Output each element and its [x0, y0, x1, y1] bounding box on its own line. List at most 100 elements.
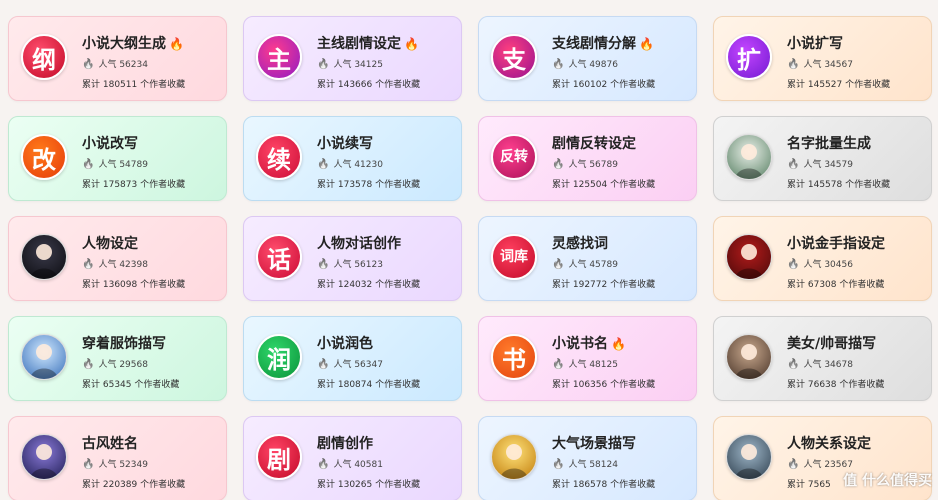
flame-icon: 🔥 — [787, 159, 800, 170]
card-title: 人物关系设定 — [787, 433, 871, 453]
popularity-value: 人气 34678 — [803, 360, 853, 370]
flame-icon: 🔥 — [787, 59, 800, 70]
popularity-value: 人气 30456 — [803, 260, 853, 270]
card-title-text: 人物对话创作 — [317, 236, 401, 252]
collect-total: 累计 160102 个作者收藏 — [552, 80, 656, 90]
ciku-icon: 词库 — [491, 234, 537, 280]
card-title: 小说改写 — [82, 133, 138, 153]
couple-avatar — [726, 334, 772, 380]
card-title: 人物设定 — [82, 233, 138, 253]
popularity: 🔥 人气 34579 — [787, 157, 853, 170]
collect-total: 累计 220389 个作者收藏 — [82, 480, 186, 490]
flame-icon: 🔥 — [787, 459, 800, 470]
popularity: 🔥 人气 23567 — [787, 457, 853, 470]
tool-card[interactable]: 名字批量生成 🔥 人气 34579 累计 145578 个作者收藏 — [713, 116, 932, 201]
card-title-text: 灵感找词 — [552, 236, 608, 252]
popularity: 🔥 人气 56347 — [317, 357, 383, 370]
tool-card[interactable]: 纲小说大纲生成 🔥 🔥 人气 56234 累计 180511 个作者收藏 — [8, 16, 227, 101]
card-title-text: 支线剧情分解 — [552, 36, 636, 52]
flame-icon: 🔥 — [317, 359, 330, 370]
card-title: 小说续写 — [317, 133, 373, 153]
popularity-value: 人气 56123 — [333, 260, 383, 270]
card-title-text: 古风姓名 — [82, 436, 138, 452]
tool-card[interactable]: 穿着服饰描写 🔥 人气 29568 累计 65345 个作者收藏 — [8, 316, 227, 401]
kuo-icon: 扩 — [726, 34, 772, 80]
collect-total: 累计 124032 个作者收藏 — [317, 280, 421, 290]
ju-icon: 剧 — [256, 434, 302, 480]
flame-icon: 🔥 — [82, 59, 95, 70]
popularity-value: 人气 41230 — [333, 160, 383, 170]
popularity-value: 人气 49876 — [568, 60, 618, 70]
popularity-value: 人气 34125 — [333, 60, 383, 70]
card-title: 人物对话创作 — [317, 233, 401, 253]
flame-icon: 🔥 — [552, 159, 565, 170]
popularity: 🔥 人气 56123 — [317, 257, 383, 270]
card-title: 古风姓名 — [82, 433, 138, 453]
zhi-icon: 支 — [491, 34, 537, 80]
popularity-value: 人气 56234 — [98, 60, 148, 70]
collect-total: 累计 106356 个作者收藏 — [552, 380, 656, 390]
card-title: 小说大纲生成 🔥 — [82, 33, 184, 53]
card-title-text: 人物关系设定 — [787, 436, 871, 452]
tool-card[interactable]: 改小说改写 🔥 人气 54789 累计 175873 个作者收藏 — [8, 116, 227, 201]
card-title-text: 名字批量生成 — [787, 136, 871, 152]
tool-card[interactable]: 古风姓名 🔥 人气 52349 累计 220389 个作者收藏 — [8, 416, 227, 500]
icon-glyph: 反转 — [500, 149, 528, 165]
card-title-text: 大气场景描写 — [552, 436, 636, 452]
popularity: 🔥 人气 49876 — [552, 57, 618, 70]
card-title-text: 小说大纲生成 — [82, 36, 166, 52]
collect-total: 累计 186578 个作者收藏 — [552, 480, 656, 490]
card-title: 剧情反转设定 — [552, 133, 636, 153]
fire-icon: 🔥 — [611, 337, 626, 351]
popularity: 🔥 人气 58124 — [552, 457, 618, 470]
tool-card[interactable]: 续小说续写 🔥 人气 41230 累计 173578 个作者收藏 — [243, 116, 462, 201]
popularity: 🔥 人气 41230 — [317, 157, 383, 170]
card-title-text: 小说改写 — [82, 136, 138, 152]
collect-total: 累计 192772 个作者收藏 — [552, 280, 656, 290]
tool-card[interactable]: 书小说书名 🔥 🔥 人气 48125 累计 106356 个作者收藏 — [478, 316, 697, 401]
tool-card[interactable]: 润小说润色 🔥 人气 56347 累计 180874 个作者收藏 — [243, 316, 462, 401]
card-title-text: 小说书名 — [552, 336, 608, 352]
card-title: 穿着服饰描写 — [82, 333, 166, 353]
flame-icon: 🔥 — [787, 259, 800, 270]
tool-card-grid: 纲小说大纲生成 🔥 🔥 人气 56234 累计 180511 个作者收藏主主线剧情设定 🔥… — [8, 16, 932, 500]
fire-icon: 🔥 — [169, 37, 184, 51]
collect-total: 累计 175873 个作者收藏 — [82, 180, 186, 190]
site-watermark: 值 什么值得买 — [843, 473, 932, 489]
tool-card[interactable]: 支支线剧情分解 🔥 🔥 人气 49876 累计 160102 个作者收藏 — [478, 16, 697, 101]
collect-total: 累计 67308 个作者收藏 — [787, 280, 885, 290]
card-title: 剧情创作 — [317, 433, 373, 453]
card-title-text: 剧情反转设定 — [552, 136, 636, 152]
collect-total: 累计 145578 个作者收藏 — [787, 180, 891, 190]
run-icon: 润 — [256, 334, 302, 380]
card-title: 小说扩写 — [787, 33, 843, 53]
tool-card[interactable]: 主主线剧情设定 🔥 🔥 人气 34125 累计 143666 个作者收藏 — [243, 16, 462, 101]
tool-card[interactable]: 剧剧情创作 🔥 人气 40581 累计 130265 个作者收藏 — [243, 416, 462, 500]
tool-card[interactable]: 扩小说扩写 🔥 人气 34567 累计 145527 个作者收藏 — [713, 16, 932, 101]
tool-card[interactable]: 小说金手指设定 🔥 人气 30456 累计 67308 个作者收藏 — [713, 216, 932, 301]
collect-total: 累计 173578 个作者收藏 — [317, 180, 421, 190]
golden-finger-avatar — [726, 234, 772, 280]
tool-card[interactable]: 美女/帅哥描写 🔥 人气 34678 累计 76638 个作者收藏 — [713, 316, 932, 401]
card-title: 名字批量生成 — [787, 133, 871, 153]
collect-total: 累计 145527 个作者收藏 — [787, 80, 891, 90]
tool-card[interactable]: 词库 灵感找词 🔥 人气 45789 累计 192772 个作者收藏 — [478, 216, 697, 301]
card-title-text: 小说扩写 — [787, 36, 843, 52]
card-title-text: 剧情创作 — [317, 436, 373, 452]
card-title-text: 人物设定 — [82, 236, 138, 252]
flame-icon: 🔥 — [317, 259, 330, 270]
tool-card[interactable]: 反转 剧情反转设定 🔥 人气 56789 累计 125504 个作者收藏 — [478, 116, 697, 201]
tool-card[interactable]: 话人物对话创作 🔥 人气 56123 累计 124032 个作者收藏 — [243, 216, 462, 301]
tool-card[interactable]: 人物设定 🔥 人气 42398 累计 136098 个作者收藏 — [8, 216, 227, 301]
shu-icon: 书 — [491, 334, 537, 380]
collect-total: 累计 125504 个作者收藏 — [552, 180, 656, 190]
flame-icon: 🔥 — [317, 159, 330, 170]
popularity-value: 人气 56789 — [568, 160, 618, 170]
armored-boy-avatar — [21, 334, 67, 380]
flame-icon: 🔥 — [82, 159, 95, 170]
collect-total: 累计 180874 个作者收藏 — [317, 380, 421, 390]
tool-card[interactable]: 大气场景描写 🔥 人气 58124 累计 186578 个作者收藏 — [478, 416, 697, 500]
fanzhuan-icon: 反转 — [491, 134, 537, 180]
popularity-value: 人气 42398 — [98, 260, 148, 270]
card-title: 小说金手指设定 — [787, 233, 885, 253]
